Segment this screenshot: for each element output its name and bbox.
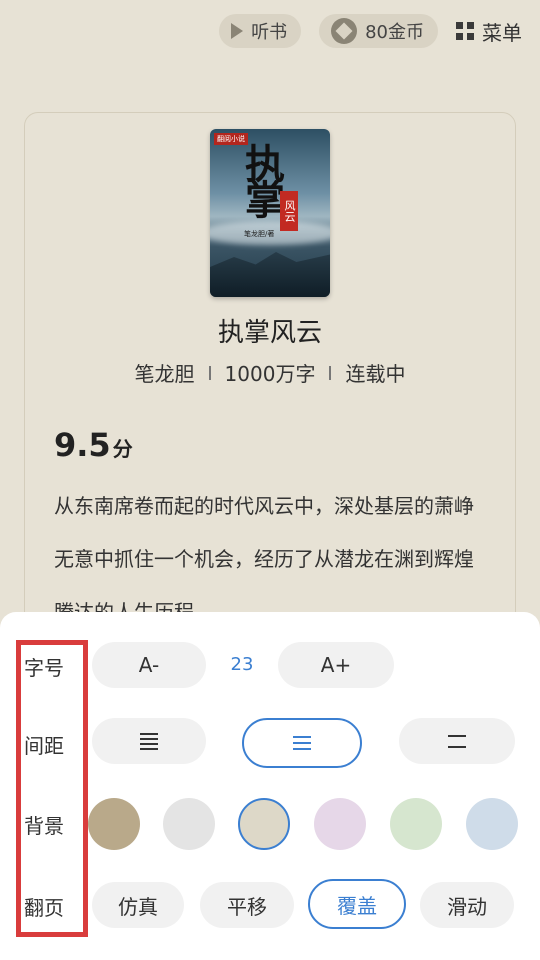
bg-swatch-beige[interactable] (238, 798, 290, 850)
page-turn-slide-button[interactable]: 平移 (200, 882, 294, 928)
spacing-compact-icon (140, 732, 158, 750)
book-title: 执掌风云 (217, 318, 322, 348)
labels-highlight-box (16, 640, 88, 937)
book-score: 9.5 分 (54, 426, 133, 464)
meta-divider (329, 365, 332, 380)
top-bar: 听书 80金币 菜单 (219, 14, 522, 48)
cover-author: 笔龙胆/著 (244, 230, 275, 238)
bg-swatch-tan[interactable] (88, 798, 140, 850)
menu-button[interactable]: 菜单 (456, 17, 522, 46)
spacing-compact-button[interactable] (92, 718, 206, 764)
score-value: 9.5 (54, 426, 111, 464)
spacing-normal-icon (293, 736, 311, 750)
page-turn-scroll-button[interactable]: 滑动 (420, 882, 514, 928)
cover-seal: 风云 (280, 191, 298, 231)
spacing-wide-icon (448, 734, 466, 748)
bg-swatch-lavender[interactable] (314, 798, 366, 850)
play-icon (231, 23, 244, 39)
bg-swatch-blue[interactable] (466, 798, 518, 850)
listen-button[interactable]: 听书 (219, 14, 302, 48)
meta-divider (208, 365, 211, 380)
book-intro: 从东南席卷而起的时代风云中，深处基层的萧峥无意中抓住一个机会，经历了从潜龙在渊到… (54, 494, 474, 612)
book-status: 连载中 (345, 362, 406, 386)
book-meta: 笔龙胆 1000万字 连载中 (0, 358, 540, 387)
bg-swatch-green[interactable] (390, 798, 442, 850)
spacing-wide-button[interactable] (399, 718, 515, 764)
listen-label: 听书 (251, 22, 288, 43)
font-increase-button[interactable]: A+ (278, 642, 394, 688)
bg-swatch-gray[interactable] (163, 798, 215, 850)
coin-icon (331, 18, 358, 44)
coins-button[interactable]: 80金币 (319, 14, 438, 48)
grid-menu-icon (456, 22, 474, 40)
menu-label: 菜单 (482, 20, 522, 45)
coins-label: 80金币 (365, 22, 424, 43)
page-turn-cover-button[interactable]: 覆盖 (308, 879, 406, 929)
book-word-count: 1000万字 (224, 362, 316, 386)
font-decrease-button[interactable]: A- (92, 642, 206, 688)
page-turn-simulate-button[interactable]: 仿真 (92, 882, 184, 928)
book-author: 笔龙胆 (134, 362, 195, 386)
book-cover[interactable]: 翻阅小说 执掌 风云 笔龙胆/著 (210, 129, 330, 297)
spacing-normal-button[interactable] (242, 718, 362, 768)
cover-title: 执掌 (238, 143, 285, 215)
font-size-value: 23 (230, 654, 254, 675)
score-unit: 分 (112, 437, 133, 461)
